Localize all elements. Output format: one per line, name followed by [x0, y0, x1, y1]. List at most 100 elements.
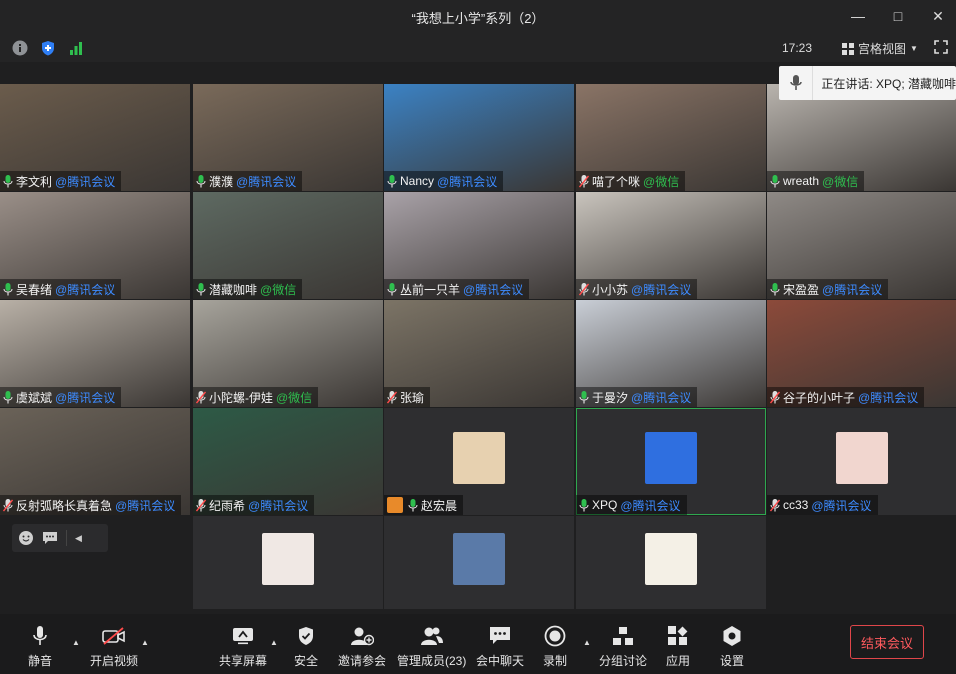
participant-avatar: [836, 431, 888, 484]
participant-name: wreath: [783, 174, 820, 188]
participant-label: cc33 @腾讯会议: [767, 495, 878, 515]
participant-source-tag: @腾讯会议: [822, 282, 883, 297]
participant-tile[interactable]: 反射弧略长真着急 @腾讯会议: [0, 408, 190, 515]
grid-view-icon: [842, 42, 854, 55]
participant-tile[interactable]: wreath @微信: [767, 84, 956, 191]
mic-icon: [408, 498, 418, 511]
participant-name: 潜藏咖啡: [209, 282, 258, 297]
participant-tile[interactable]: 赵宏晨: [384, 408, 574, 515]
participant-source-tag: @腾讯会议: [236, 174, 297, 189]
mic-icon: [579, 390, 589, 403]
minimize-icon[interactable]: —: [850, 8, 866, 24]
participant-label: Nancy @腾讯会议: [384, 171, 504, 191]
close-icon[interactable]: ✕: [930, 8, 946, 24]
participant-tile[interactable]: 张瑜: [384, 300, 574, 407]
mic-icon: [579, 498, 589, 511]
participant-name: XPQ: [592, 498, 618, 512]
mic-muted-icon: [770, 390, 780, 403]
mic-muted-icon: [579, 282, 589, 295]
invite-button[interactable]: 邀请参会: [338, 624, 386, 669]
participant-name: 虞斌斌: [16, 390, 53, 405]
participant-name: 反射弧略长真着急: [16, 498, 113, 513]
participant-tile[interactable]: cc33 @腾讯会议: [767, 408, 956, 515]
grid-view-button[interactable]: 宫格视图 ▼: [842, 40, 918, 57]
participant-source-tag: @腾讯会议: [115, 498, 176, 513]
participant-source-tag: @腾讯会议: [858, 390, 919, 405]
participant-tile[interactable]: 丛前一只羊 @腾讯会议: [384, 192, 574, 299]
chat-button[interactable]: 会中聊天: [476, 624, 524, 669]
security-shield-icon: [294, 624, 318, 648]
record-button[interactable]: 录制: [543, 624, 567, 669]
participant-label: 于曼汐 @腾讯会议: [576, 387, 698, 407]
maximize-icon[interactable]: □: [890, 8, 906, 24]
participant-source-tag: @腾讯会议: [55, 390, 116, 405]
share-screen-icon: [231, 624, 255, 648]
participant-tile[interactable]: 喵了个咪 @微信: [576, 84, 766, 191]
participant-label: 丛前一只羊 @腾讯会议: [384, 279, 530, 299]
participant-source-tag: @微信: [643, 174, 680, 189]
participant-tile[interactable]: 于曼汐 @腾讯会议: [576, 300, 766, 407]
participant-avatar: [645, 532, 697, 585]
chat-bubble-icon[interactable]: [42, 531, 58, 545]
participant-name: 小陀螺-伊娃: [209, 390, 273, 405]
participant-tile[interactable]: 濮濮 @腾讯会议: [193, 84, 383, 191]
shield-icon[interactable]: [40, 40, 56, 56]
participant-tile[interactable]: 宋盈盈 @腾讯会议: [767, 192, 956, 299]
collapse-icon[interactable]: ◀: [75, 533, 82, 544]
participant-tile[interactable]: 虞斌斌 @腾讯会议: [0, 300, 190, 407]
participant-tile[interactable]: 小陀螺-伊娃 @微信: [193, 300, 383, 407]
record-label: 录制: [543, 654, 568, 668]
participant-name: 小小苏: [592, 282, 629, 297]
apps-button[interactable]: 应用: [666, 624, 690, 669]
participant-tile[interactable]: 谷子的小叶子 @腾讯会议: [767, 300, 956, 407]
participant-tile[interactable]: [384, 516, 574, 609]
breakout-button[interactable]: 分组讨论: [599, 624, 647, 669]
participant-source-tag: @腾讯会议: [55, 282, 116, 297]
participant-name: 赵宏晨: [421, 498, 458, 513]
fullscreen-icon[interactable]: [934, 40, 948, 54]
record-options-icon[interactable]: ▲: [583, 638, 591, 647]
end-meeting-button[interactable]: 结束会议: [850, 625, 924, 659]
chevron-down-icon: ▼: [910, 44, 918, 53]
participant-tile[interactable]: Nancy @腾讯会议: [384, 84, 574, 191]
participant-tile[interactable]: 纪雨希 @腾讯会议: [193, 408, 383, 515]
participant-source-tag: @腾讯会议: [437, 174, 498, 189]
settings-label: 设置: [720, 654, 745, 668]
participant-label: 反射弧略长真着急 @腾讯会议: [0, 495, 182, 515]
emoji-icon[interactable]: [18, 530, 34, 546]
participant-tile[interactable]: XPQ @腾讯会议: [576, 408, 766, 515]
video-options-icon[interactable]: ▲: [141, 638, 149, 647]
participant-tile[interactable]: [193, 516, 383, 609]
share-screen-button[interactable]: 共享屏幕: [219, 624, 267, 669]
mute-button[interactable]: 静音: [28, 624, 52, 669]
participant-name: 濮濮: [209, 174, 234, 189]
participant-tile[interactable]: 潜藏咖啡 @微信: [193, 192, 383, 299]
participant-tile[interactable]: 小小苏 @腾讯会议: [576, 192, 766, 299]
participant-tile[interactable]: 李文利 @腾讯会议: [0, 84, 190, 191]
participant-label: 喵了个咪 @微信: [576, 171, 686, 191]
participant-tile[interactable]: [576, 516, 766, 609]
participant-source-tag: @腾讯会议: [248, 498, 309, 513]
share-options-icon[interactable]: ▲: [270, 638, 278, 647]
mic-muted-icon: [196, 498, 206, 511]
settings-button[interactable]: 设置: [720, 624, 744, 669]
participant-name: 丛前一只羊: [400, 282, 461, 297]
participant-name: 张瑜: [400, 390, 425, 405]
participant-tile[interactable]: 吴春绪 @腾讯会议: [0, 192, 190, 299]
info-icon[interactable]: [12, 40, 28, 56]
info-bar: [0, 34, 956, 62]
participant-label: wreath @微信: [767, 171, 865, 191]
mute-options-icon[interactable]: ▲: [72, 638, 80, 647]
signal-icon[interactable]: [68, 40, 84, 56]
microphone-icon: [28, 624, 52, 648]
breakout-label: 分组讨论: [599, 654, 648, 668]
participant-source-tag: @腾讯会议: [631, 390, 692, 405]
manage-members-button[interactable]: 管理成员(23): [397, 624, 466, 669]
participant-name: 宋盈盈: [783, 282, 820, 297]
mic-muted-icon: [579, 174, 589, 187]
video-off-icon: [102, 624, 126, 648]
video-button[interactable]: 开启视频: [90, 624, 138, 669]
security-button[interactable]: 安全: [294, 624, 318, 669]
participant-label: 赵宏晨: [384, 495, 464, 515]
participant-source-tag: @微信: [822, 174, 859, 189]
